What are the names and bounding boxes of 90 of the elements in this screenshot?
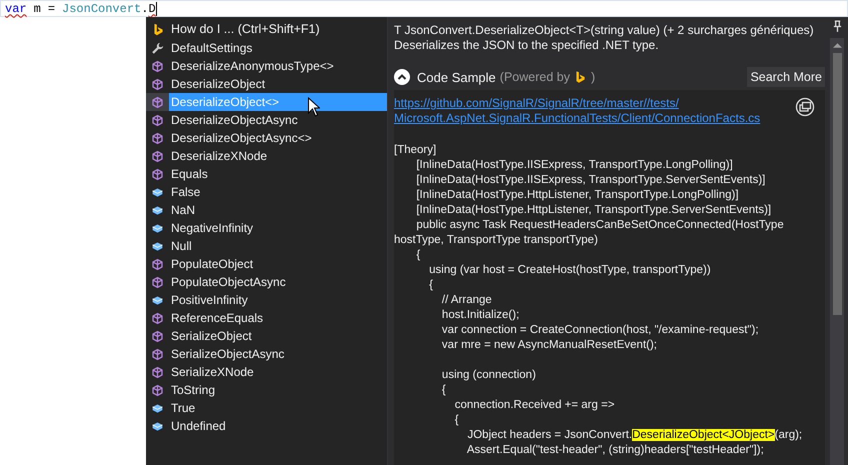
code-line: using (var host = CreateHost(hostType, transportType)) — [428, 264, 711, 276]
wrench-icon — [151, 42, 164, 54]
code-token: m — [34, 2, 41, 16]
code-token: D — [148, 2, 156, 16]
completion-item[interactable]: NegativeInfinity — [146, 219, 387, 237]
highlighted-code: DeserializeObject<JObject> — [632, 429, 775, 441]
cube-icon — [151, 384, 164, 396]
cube-icon — [151, 312, 164, 324]
closing-paren: ) — [590, 70, 596, 84]
cube-icon — [151, 132, 164, 144]
completion-item[interactable]: PopulateObjectAsync — [146, 273, 387, 291]
logo-icon — [574, 70, 587, 84]
pin-icon[interactable] — [832, 20, 842, 33]
code-line: var mre = new AsyncManualResetEvent(); — [440, 339, 658, 351]
block-icon — [151, 420, 164, 432]
code-line: var connection = CreateConnection(host, "/examine-request"); — [440, 324, 759, 336]
code-line: public async Task RequestHeadersCanBeSetOnceConnected(HostType — [415, 219, 784, 231]
cube-icon — [151, 96, 164, 108]
code-line: { — [440, 384, 446, 396]
method-signature: T JsonConvert.DeserializeObject<T>(string value) (+ 2 surcharges génériques) — [394, 23, 815, 38]
how-do-i-item[interactable]: How do I ... (Ctrl+Shift+F1) — [146, 19, 387, 39]
code-line: { — [428, 279, 433, 291]
code-line: connection.Received += arg => — [454, 399, 615, 411]
code-line: [InlineData(HostType.IISExpress, TransportType.LongPolling)] — [415, 159, 733, 171]
completion-item[interactable]: Equals — [146, 165, 387, 183]
code-line: // Arrange — [440, 294, 492, 306]
cursor-icon — [307, 97, 320, 117]
completion-item[interactable]: ReferenceEquals — [146, 309, 387, 327]
completion-item[interactable]: DeserializeObject — [146, 75, 387, 93]
cube-icon — [151, 114, 164, 126]
code-line: host.Initialize(); — [440, 309, 520, 321]
search-more-button[interactable]: Search More — [747, 67, 825, 87]
block-icon — [151, 402, 164, 414]
completion-item[interactable]: ToString — [146, 381, 387, 399]
code-token: = — [48, 2, 56, 16]
cube-icon — [151, 168, 164, 180]
code-text: (arg); — [774, 429, 802, 441]
completion-item[interactable]: SerializeXNode — [146, 363, 387, 381]
code-line: [InlineData(HostType.HttpListener, TransportType.LongPolling)] — [415, 189, 739, 201]
code-token: var — [5, 2, 27, 16]
collapse-button[interactable] — [394, 69, 410, 85]
code-line: [InlineData(HostType.HttpListener, TransportType.ServerSentEvents)] — [415, 204, 772, 216]
text-caret — [156, 2, 157, 16]
completion-item[interactable]: DefaultSettings — [146, 39, 387, 57]
completion-item[interactable]: PopulateObject — [146, 255, 387, 273]
cube-icon — [151, 330, 164, 342]
cube-icon — [151, 276, 164, 288]
block-icon — [151, 222, 164, 234]
powered-by-label: (Powered by — [500, 70, 570, 84]
completion-item[interactable]: DeserializeObjectAsync — [146, 111, 387, 129]
cube-icon — [151, 366, 164, 378]
code-text: JObject headers = JsonConvert. — [466, 429, 632, 441]
code-token: . — [141, 2, 148, 16]
code-line: [Theory] — [394, 144, 436, 156]
method-description: Deserializes the JSON to the specified .NET type. — [394, 38, 660, 53]
completion-item[interactable]: DeserializeAnonymousType<> — [146, 57, 387, 75]
logo-icon — [152, 22, 165, 36]
code-line: Assert.Equal("test-header", (string)headers["testHeader"]); — [466, 444, 764, 456]
cube-icon — [151, 348, 164, 360]
completion-item[interactable]: True — [146, 399, 387, 417]
block-icon — [151, 204, 164, 216]
completion-item[interactable]: SerializeObject — [146, 327, 387, 345]
completion-item[interactable]: NaN — [146, 201, 387, 219]
block-icon — [151, 294, 164, 306]
completion-item[interactable]: PositiveInfinity — [146, 291, 387, 309]
completion-item[interactable]: DeserializeXNode — [146, 147, 387, 165]
scrollbar-thumb[interactable] — [832, 53, 842, 315]
source-link[interactable]: Microsoft.AspNet.SignalR.FunctionalTests/Client/ConnectionFacts.cs — [394, 111, 760, 126]
cube-icon — [151, 150, 164, 162]
cube-icon — [151, 258, 164, 270]
code-token: JsonConvert — [62, 2, 142, 16]
completion-item[interactable]: False — [146, 183, 387, 201]
completion-item[interactable]: DeserializeObjectAsync<> — [146, 129, 387, 147]
code-line: [InlineData(HostType.IISExpress, TransportType.ServerSentEvents)] — [415, 174, 766, 186]
block-icon — [151, 240, 164, 252]
source-link[interactable]: https://github.com/SignalR/SignalR/tree/master//tests/ — [394, 96, 679, 111]
code-line: using (connection) — [440, 369, 536, 381]
code-line: { — [454, 414, 459, 426]
completion-item[interactable]: Undefined — [146, 417, 387, 435]
scrollbar[interactable] — [830, 38, 844, 465]
cube-icon — [151, 78, 164, 90]
code-line: hostType, TransportType transportType) — [394, 234, 598, 246]
scroll-up-icon[interactable] — [832, 42, 842, 48]
copy-icon[interactable] — [795, 97, 815, 117]
cube-icon — [151, 60, 164, 72]
completion-item[interactable]: Null — [146, 237, 387, 255]
section-title: Code Sample — [417, 70, 496, 84]
code-line: { — [415, 249, 420, 261]
block-icon — [151, 186, 164, 198]
completion-item[interactable]: SerializeObjectAsync — [146, 345, 387, 363]
